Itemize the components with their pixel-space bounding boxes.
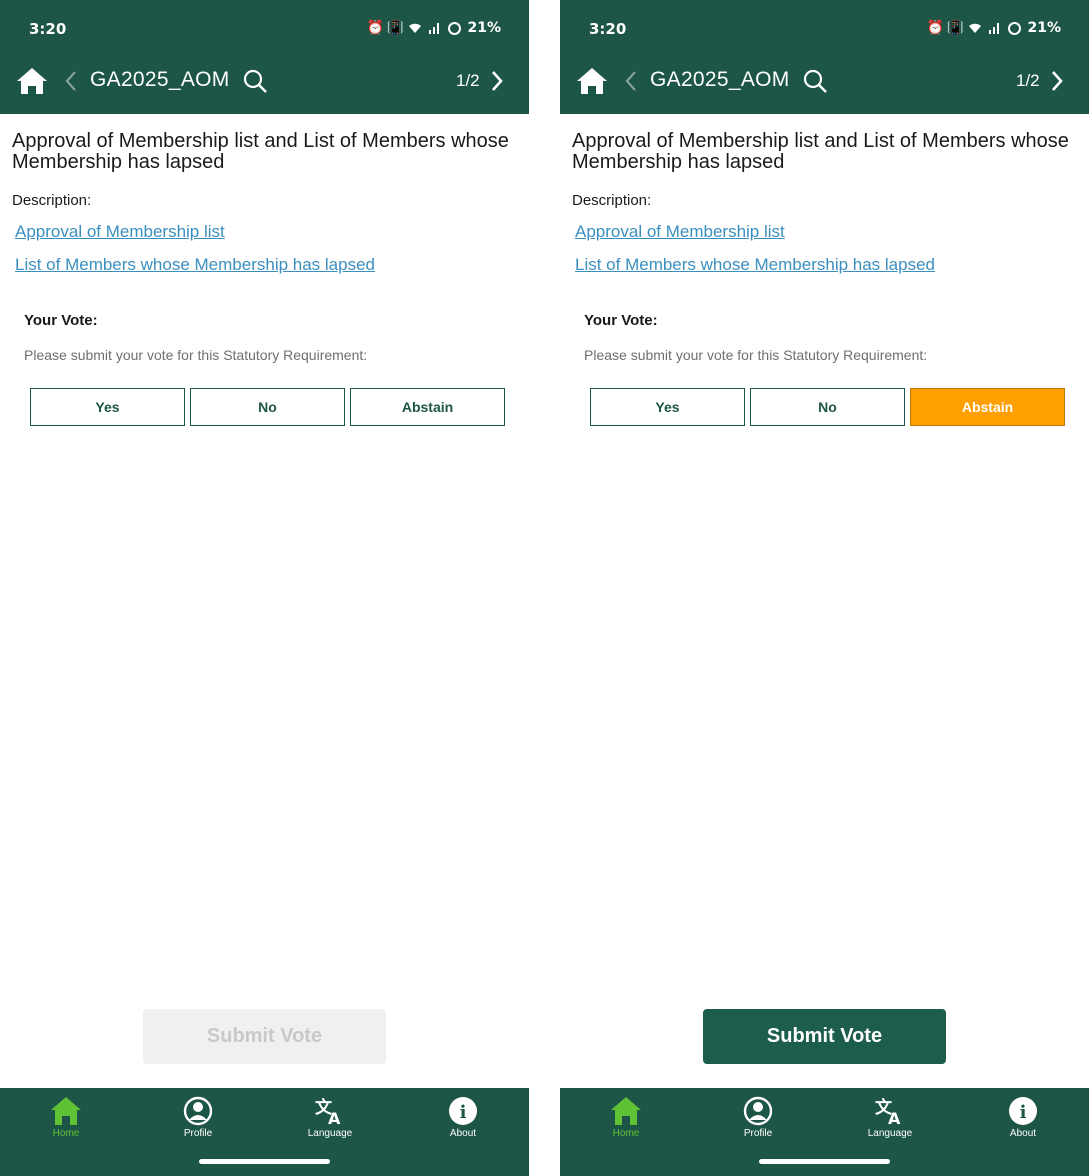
- next-chevron-icon[interactable]: [1049, 69, 1065, 93]
- nav-label-language: Language: [867, 1128, 913, 1139]
- translate-icon: 文 A: [315, 1097, 341, 1126]
- wifi-icon: [408, 21, 422, 35]
- document-title: GA2025_AOM: [650, 68, 790, 91]
- signal-icon: [428, 21, 442, 35]
- nav-item-language[interactable]: 文 A Language: [290, 1096, 370, 1139]
- document-title: GA2025_AOM: [90, 68, 230, 91]
- nav-item-about[interactable]: i About: [423, 1096, 503, 1139]
- vote-prompt: Please submit your vote for this Statuto…: [24, 347, 368, 363]
- signal-icon: [988, 21, 1002, 35]
- description-label: Description:: [12, 192, 92, 209]
- nav-label-profile: Profile: [183, 1128, 213, 1139]
- status-time: 3:20: [589, 20, 627, 38]
- alarm-icon: ⏰: [926, 20, 945, 36]
- app-header: GA2025_AOM 1/2: [0, 58, 529, 114]
- vote-abstain-button[interactable]: Abstain: [910, 388, 1065, 426]
- nav-item-profile[interactable]: Profile: [718, 1096, 798, 1139]
- gesture-home-indicator: [199, 1159, 330, 1164]
- submit-vote-button[interactable]: Submit Vote: [703, 1009, 946, 1064]
- nav-item-language[interactable]: 文 A Language: [850, 1096, 930, 1139]
- vote-no-button[interactable]: No: [190, 388, 345, 426]
- status-bar: 3:20 ⏰ 📳 21%: [560, 0, 1089, 58]
- nav-label-home: Home: [52, 1128, 80, 1139]
- home-icon: [611, 1097, 641, 1125]
- agenda-item-title: Approval of Membership list and List of …: [12, 130, 509, 173]
- page-indicator: 1/2: [456, 71, 480, 90]
- info-icon: i: [449, 1097, 477, 1125]
- nav-item-home[interactable]: Home: [586, 1096, 666, 1139]
- nav-item-about[interactable]: i About: [983, 1096, 1063, 1139]
- vote-label: Your Vote:: [24, 312, 98, 329]
- vibrate-icon: 📳: [386, 20, 405, 36]
- agenda-item-title: Approval of Membership list and List of …: [572, 130, 1069, 173]
- translate-icon: 文 A: [875, 1097, 901, 1126]
- nav-label-about: About: [1009, 1128, 1037, 1139]
- nav-label-profile: Profile: [743, 1128, 773, 1139]
- bottom-navigation: Home Profile 文 A Language i About: [0, 1088, 529, 1176]
- vibrate-icon: 📳: [946, 20, 965, 36]
- battery-icon: [448, 21, 462, 35]
- membership-list-link[interactable]: Approval of Membership list: [15, 222, 225, 242]
- home-icon[interactable]: [15, 66, 49, 96]
- vote-yes-button[interactable]: Yes: [30, 388, 185, 426]
- home-icon: [51, 1097, 81, 1125]
- lapsed-members-link[interactable]: List of Members whose Membership has lap…: [575, 255, 935, 275]
- profile-icon: [743, 1096, 773, 1126]
- svg-text:i: i: [460, 1102, 467, 1123]
- status-bar: 3:20 ⏰ 📳 21%: [0, 0, 529, 58]
- nav-label-home: Home: [612, 1128, 640, 1139]
- battery-level: 21%: [467, 20, 501, 36]
- lapsed-members-link[interactable]: List of Members whose Membership has lap…: [15, 255, 375, 275]
- alarm-icon: ⏰: [366, 20, 385, 36]
- nav-item-home[interactable]: Home: [26, 1096, 106, 1139]
- vote-abstain-button[interactable]: Abstain: [350, 388, 505, 426]
- vote-prompt: Please submit your vote for this Statuto…: [584, 347, 928, 363]
- status-time: 3:20: [29, 20, 67, 38]
- next-chevron-icon[interactable]: [489, 69, 505, 93]
- nav-label-language: Language: [307, 1128, 353, 1139]
- vote-yes-button[interactable]: Yes: [590, 388, 745, 426]
- description-label: Description:: [572, 192, 652, 209]
- back-chevron-icon[interactable]: [63, 70, 79, 92]
- phone-screen-before: 3:20 ⏰ 📳 21% GA2025_AOM 1/2 Approval of …: [0, 0, 529, 1176]
- profile-icon: [183, 1096, 213, 1126]
- back-chevron-icon[interactable]: [623, 70, 639, 92]
- nav-label-about: About: [449, 1128, 477, 1139]
- app-header: GA2025_AOM 1/2: [560, 58, 1089, 114]
- status-icons: ⏰ 📳 21%: [366, 20, 501, 36]
- membership-list-link[interactable]: Approval of Membership list: [575, 222, 785, 242]
- search-icon[interactable]: [802, 68, 828, 94]
- svg-text:i: i: [1020, 1102, 1027, 1123]
- bottom-navigation: Home Profile 文 A Language i About: [560, 1088, 1089, 1176]
- vote-label: Your Vote:: [584, 312, 658, 329]
- page-indicator: 1/2: [1016, 71, 1040, 90]
- home-icon[interactable]: [575, 66, 609, 96]
- search-icon[interactable]: [242, 68, 268, 94]
- battery-level: 21%: [1027, 20, 1061, 36]
- phone-screen-after: 3:20 ⏰ 📳 21% GA2025_AOM 1/2 Approval of …: [560, 0, 1089, 1176]
- gesture-home-indicator: [759, 1159, 890, 1164]
- battery-icon: [1008, 21, 1022, 35]
- status-icons: ⏰ 📳 21%: [926, 20, 1061, 36]
- svg-text:A: A: [888, 1109, 901, 1126]
- info-icon: i: [1009, 1097, 1037, 1125]
- wifi-icon: [968, 21, 982, 35]
- svg-text:A: A: [328, 1109, 341, 1126]
- submit-vote-button[interactable]: Submit Vote: [143, 1009, 386, 1064]
- nav-item-profile[interactable]: Profile: [158, 1096, 238, 1139]
- vote-no-button[interactable]: No: [750, 388, 905, 426]
